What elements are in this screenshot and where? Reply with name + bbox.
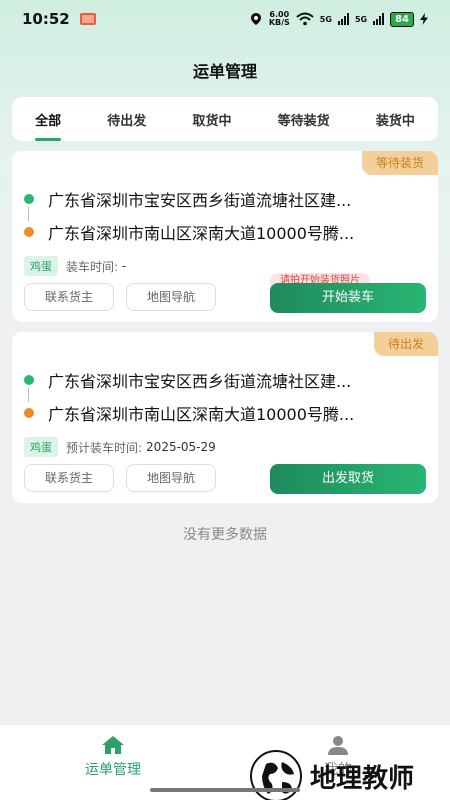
time-value: 2025-05-29 [146, 440, 216, 454]
destination-row: 广东省深圳市南山区深南大道10000号腾... [24, 401, 428, 425]
location-icon [250, 13, 261, 25]
destination-address: 广东省深圳市南山区深南大道10000号腾... [48, 405, 355, 424]
origin-dot-icon [24, 194, 34, 204]
order-card[interactable]: 等待装货 广东省深圳市宝安区西乡街道流塘社区建... 广东省深圳市南山区深南大道… [12, 151, 438, 322]
origin-address: 广东省深圳市宝安区西乡街道流塘社区建... [48, 191, 352, 210]
goods-meta: 鸡蛋 装车时间: - [24, 256, 126, 276]
goods-tag: 鸡蛋 [24, 437, 58, 457]
depart-pickup-button[interactable]: 出发取货 [270, 464, 426, 494]
tab-all[interactable]: 全部 [31, 104, 65, 135]
contact-shipper-button[interactable]: 联系货主 [24, 283, 114, 311]
network-type-2: 5G [354, 14, 368, 24]
tabbar-item-waybill[interactable]: 运单管理 [53, 735, 173, 779]
home-icon [102, 736, 124, 754]
no-more-data: 没有更多数据 [183, 527, 267, 543]
origin-row: 广东省深圳市宝安区西乡街道流塘社区建... [24, 187, 428, 211]
time-label: 预计装车时间: [66, 440, 143, 455]
contact-shipper-button[interactable]: 联系货主 [24, 464, 114, 492]
home-indicator[interactable] [150, 788, 300, 792]
wifi-icon [296, 12, 314, 26]
status-bar: 10:52 6.00 KB/S 5G 5G 84 [0, 0, 450, 38]
network-type-1: 5G [319, 14, 332, 24]
origin-row: 广东省深圳市宝安区西乡街道流塘社区建... [24, 368, 428, 392]
watermark-text: 地理教师 [310, 763, 415, 794]
status-tabs: 全部 待出发 取货中 等待装货 装货中 [12, 97, 438, 141]
signal-icon-1 [337, 13, 349, 25]
tab-loading[interactable]: 装货中 [372, 104, 419, 135]
battery-indicator: 84 [390, 11, 414, 27]
page-title: 运单管理 [192, 62, 257, 81]
map-navigation-button[interactable]: 地图导航 [126, 283, 216, 311]
start-loading-button[interactable]: 开始装车 [270, 283, 426, 313]
charging-icon [420, 13, 428, 25]
speed-unit: KB/S [268, 18, 290, 27]
origin-dot-icon [24, 375, 34, 385]
order-card[interactable]: 待出发 广东省深圳市宝安区西乡街道流塘社区建... 广东省深圳市南山区深南大道1… [12, 332, 438, 503]
notification-app-icon [79, 13, 96, 25]
tab-waiting-loading[interactable]: 等待装货 [274, 104, 334, 135]
signal-icon-2 [373, 13, 385, 25]
status-badge: 等待装货 [361, 151, 438, 175]
tabbar-label: 运单管理 [85, 762, 141, 778]
status-indicators: 6.00 KB/S 5G 5G 84 [249, 11, 428, 27]
network-speed: 6.00 KB/S [269, 11, 290, 27]
status-badge: 待出发 [373, 332, 438, 356]
map-navigation-button[interactable]: 地图导航 [126, 464, 216, 492]
goods-meta: 鸡蛋 预计装车时间: 2025-05-29 [24, 437, 216, 457]
time-label: 装车时间: [66, 259, 119, 274]
destination-row: 广东省深圳市南山区深南大道10000号腾... [24, 220, 428, 244]
tab-pending-departure[interactable]: 待出发 [103, 104, 150, 135]
origin-address: 广东省深圳市宝安区西乡街道流塘社区建... [48, 372, 352, 391]
goods-tag: 鸡蛋 [24, 256, 58, 276]
watermark: 地理教师 [250, 750, 414, 800]
globe-logo-icon [250, 750, 302, 800]
destination-address: 广东省深圳市南山区深南大道10000号腾... [48, 224, 355, 243]
time-value: - [122, 259, 127, 273]
route-connector [28, 388, 29, 402]
destination-dot-icon [24, 408, 34, 418]
route-connector [28, 207, 29, 221]
status-time: 10:52 [22, 10, 70, 28]
tab-picking-up[interactable]: 取货中 [188, 104, 235, 135]
destination-dot-icon [24, 227, 34, 237]
